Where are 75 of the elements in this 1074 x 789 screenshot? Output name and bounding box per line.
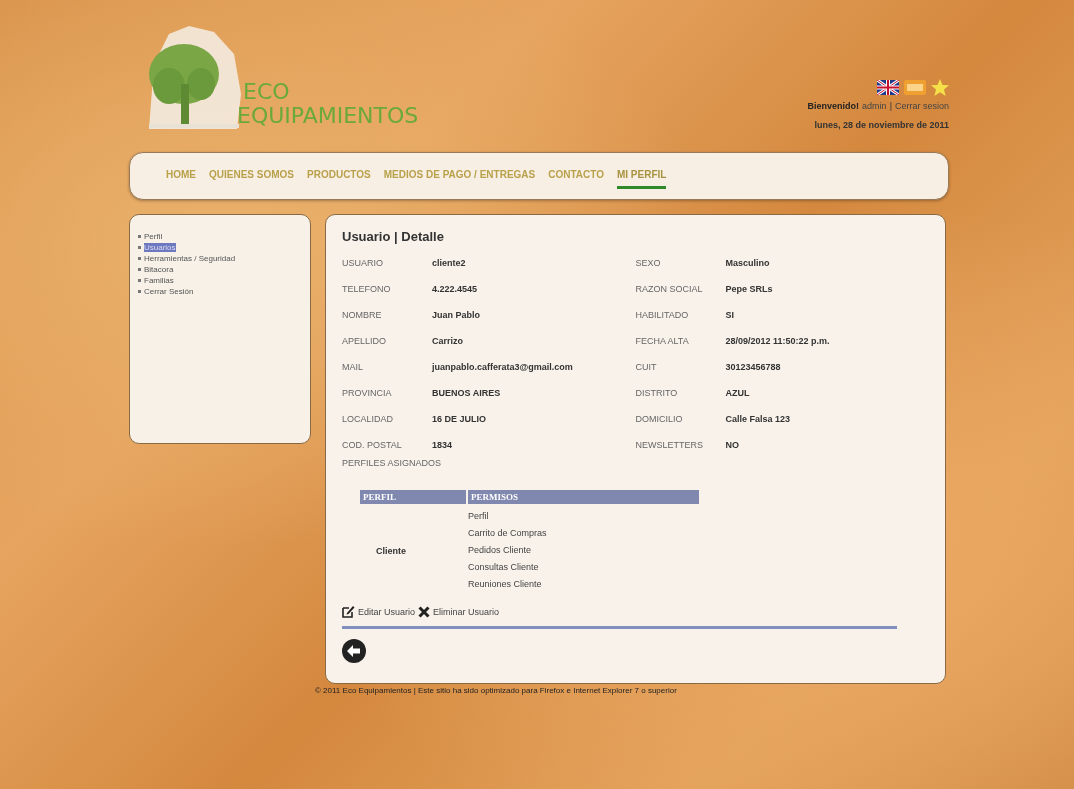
permission-text: Perfil: [468, 510, 490, 523]
section-label: PERFILES ASIGNADOS: [342, 458, 443, 468]
field-label: SEXO: [635, 258, 662, 268]
field-value: Juan Pablo: [432, 310, 480, 320]
field-label: FECHA ALTA: [635, 336, 690, 346]
field-label: APELLIDO: [342, 336, 388, 346]
field-value: 16 DE JULIO: [432, 414, 487, 424]
bullet-icon: [138, 235, 141, 238]
field-label: RAZON SOCIAL: [635, 284, 704, 294]
permission-text: Consultas Cliente: [468, 561, 540, 574]
nav-tab[interactable]: PRODUCTOS: [307, 163, 371, 189]
field-value: 30123456788: [725, 362, 781, 372]
sidebar-item[interactable]: Familias: [144, 276, 174, 285]
bullet-icon: [138, 268, 141, 271]
bullet-icon: [138, 257, 141, 260]
field-label: HABILITADO: [635, 310, 690, 320]
field-value: Masculino: [725, 258, 770, 268]
field-label: DISTRITO: [635, 388, 679, 398]
bullet-icon: [138, 246, 141, 249]
field-value: AZUL: [725, 388, 750, 398]
sidebar-item[interactable]: Usuarios: [144, 243, 176, 252]
field-value: BUENOS AIRES: [432, 388, 501, 398]
star-icon[interactable]: [931, 79, 949, 96]
sidebar-item[interactable]: Perfil: [144, 232, 163, 241]
page-title: Usuario | Detalle: [342, 229, 445, 244]
separator-text: |: [889, 101, 892, 111]
sidebar-item[interactable]: Bitacora: [144, 265, 174, 274]
flag-icon[interactable]: [877, 80, 899, 95]
logo-text: ECO: [243, 80, 291, 104]
nav-tab[interactable]: MI PERFIL: [617, 163, 667, 189]
welcome-text: Bienvenido!: [807, 101, 860, 111]
user-link[interactable]: admin: [862, 101, 887, 111]
field-label: USUARIO: [342, 258, 384, 268]
sidebar-item[interactable]: Herramientas / Seguridad: [144, 254, 236, 263]
field-value: juanpablo.cafferata3@gmail.com: [432, 362, 573, 372]
action-link[interactable]: Editar Usuario: [358, 606, 416, 617]
field-value: 28/09/2012 11:50:22 p.m.: [725, 336, 830, 346]
field-value: NO: [725, 440, 739, 450]
logo-text: EQUIPAMIENTOS: [237, 104, 419, 128]
logout-link[interactable]: Cerrar sesion: [894, 101, 949, 111]
date-text: lunes, 28 de noviembre de 2011: [814, 120, 949, 130]
nav-tab[interactable]: HOME: [166, 163, 196, 189]
field-value: cliente2: [432, 258, 466, 268]
field-value: 1834: [432, 440, 453, 450]
field-value: Calle Falsa 123: [725, 414, 791, 424]
field-label: MAIL: [342, 362, 364, 372]
nav-tab[interactable]: MEDIOS DE PAGO / ENTREGAS: [383, 163, 536, 189]
footer-text: © 2011 Eco Equipamientos | Este sitio ha sido optimizado para Firefox e Internet Explorer 7 o superior: [315, 686, 678, 695]
field-value: Pepe SRLs: [725, 284, 773, 294]
field-value: 4.222.4545: [432, 284, 478, 294]
field-label: TELEFONO: [342, 284, 392, 294]
field-label: DOMICILIO: [635, 414, 684, 424]
nav-tab[interactable]: CONTACTO: [548, 163, 604, 189]
back-icon[interactable]: [342, 639, 366, 663]
field-label: CUIT: [635, 362, 658, 372]
action-link[interactable]: Eliminar Usuario: [433, 606, 500, 617]
permission-text: Reuniones Cliente: [468, 578, 543, 591]
edit-icon[interactable]: [342, 605, 355, 618]
sidebar-item[interactable]: Cerrar Sesión: [144, 287, 194, 296]
column-header: PERMISOS: [468, 490, 699, 504]
field-label: NEWSLETTERS: [635, 440, 704, 450]
field-label: NOMBRE: [342, 310, 383, 320]
column-header: PERFIL: [360, 490, 466, 504]
bullet-icon: [138, 290, 141, 293]
field-value: SI: [725, 310, 734, 320]
field-label: LOCALIDAD: [342, 414, 395, 424]
bullet-icon: [138, 279, 141, 282]
delete-icon[interactable]: [418, 605, 431, 618]
field-value: Carrizo: [432, 336, 463, 346]
permission-text: Carrito de Compras: [468, 527, 548, 540]
table-cell-text: Cliente: [375, 544, 407, 558]
nav-tab[interactable]: QUIENES SOMOS: [209, 163, 294, 189]
field-label: PROVINCIA: [342, 388, 393, 398]
permission-text: Pedidos Cliente: [468, 544, 533, 557]
field-label: COD. POSTAL: [342, 440, 403, 450]
